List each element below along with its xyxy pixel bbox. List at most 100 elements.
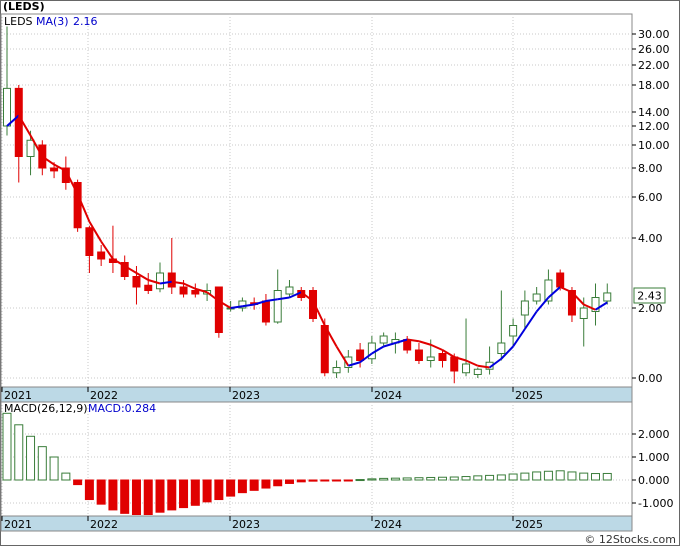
candle-body bbox=[261, 300, 270, 323]
year-label: 2024 bbox=[374, 389, 402, 402]
macd-bar bbox=[190, 479, 200, 506]
macd-bar bbox=[26, 435, 36, 481]
candle-body bbox=[509, 325, 518, 337]
macd-bar bbox=[296, 479, 306, 483]
candle-body bbox=[285, 286, 294, 295]
candle-body bbox=[179, 286, 188, 295]
macd-bar bbox=[543, 470, 553, 481]
candle-body bbox=[520, 300, 529, 316]
price-tick-label: 10.00 bbox=[638, 139, 670, 152]
candle-body bbox=[50, 167, 59, 172]
candle-body bbox=[579, 307, 588, 319]
candle-body bbox=[438, 353, 447, 361]
macd-bar bbox=[355, 479, 365, 482]
year-label: 2023 bbox=[232, 389, 260, 402]
candle-body bbox=[214, 286, 223, 333]
candle-body bbox=[320, 325, 329, 374]
price-tick-label: 12.00 bbox=[638, 120, 670, 133]
candle-body bbox=[556, 272, 565, 288]
candle-body bbox=[473, 368, 482, 375]
stock-chart-root: 0.00 2.00 4.00 6.00 8.00 10.00 12.00 14.00 18.00… bbox=[0, 0, 680, 546]
macd-tick-label: 2.000 bbox=[638, 428, 670, 441]
macd-bar bbox=[461, 476, 471, 481]
macd-tick-label: 1.000 bbox=[638, 451, 670, 464]
last-price-value: 2.43 bbox=[637, 290, 662, 303]
macd-bar bbox=[414, 477, 424, 481]
macd-bar bbox=[579, 472, 589, 481]
macd-tick-label: -1.000 bbox=[638, 497, 673, 510]
macd-bar bbox=[520, 472, 530, 481]
ticker-label: LEDS bbox=[4, 15, 33, 28]
price-tick-label: 14.00 bbox=[638, 106, 670, 119]
macd-bar bbox=[343, 479, 353, 482]
candle-body bbox=[273, 290, 282, 323]
macd-bar bbox=[37, 446, 47, 481]
macd-year-label: 2021 bbox=[4, 518, 32, 531]
price-tick-label: 8.00 bbox=[638, 162, 663, 175]
price-tick-label: 6.00 bbox=[638, 191, 663, 204]
candle-body bbox=[191, 290, 200, 295]
year-label: 2025 bbox=[515, 389, 543, 402]
candle-body bbox=[450, 356, 459, 372]
candle-body bbox=[603, 292, 612, 302]
macd-bar bbox=[367, 478, 377, 481]
macd-bar bbox=[120, 479, 130, 514]
candle-body bbox=[462, 363, 471, 374]
candle bbox=[214, 286, 223, 338]
candle-body bbox=[26, 139, 35, 157]
macd-year-label: 2022 bbox=[90, 518, 118, 531]
price-tick-label: 0.00 bbox=[638, 372, 663, 385]
macd-bar bbox=[14, 424, 24, 481]
candle-body bbox=[426, 356, 435, 361]
macd-bar bbox=[237, 479, 247, 494]
macd-bar bbox=[226, 479, 236, 497]
macd-bar bbox=[402, 477, 412, 481]
macd-bar bbox=[449, 476, 459, 481]
candle-body bbox=[3, 87, 11, 127]
copyright-text: © 12Stocks.com bbox=[584, 533, 676, 546]
price-tick-label: 26.00 bbox=[638, 43, 670, 56]
candle-body bbox=[414, 349, 423, 361]
price-tick-label: 4.00 bbox=[638, 232, 663, 245]
macd-bar bbox=[108, 479, 118, 511]
macd-bar bbox=[602, 472, 612, 481]
year-label: 2022 bbox=[90, 389, 118, 402]
macd-bar bbox=[320, 479, 330, 482]
chart-title: (LEDS) bbox=[3, 0, 45, 13]
candle-body bbox=[497, 342, 506, 354]
ma-value: 2.16 bbox=[73, 15, 98, 28]
candle-body bbox=[167, 272, 176, 288]
macd-bar bbox=[143, 479, 153, 515]
macd-bar bbox=[273, 479, 283, 487]
macd-bar bbox=[131, 479, 141, 515]
macd-bar bbox=[332, 479, 342, 482]
candle-body bbox=[156, 272, 165, 290]
candle-body bbox=[532, 293, 541, 302]
macd-bar bbox=[284, 479, 294, 484]
macd-bar bbox=[390, 477, 400, 481]
macd-bar bbox=[496, 474, 506, 481]
chart-canvas: 0.00 2.00 4.00 6.00 8.00 10.00 12.0014.00 18.00… bbox=[0, 0, 680, 546]
macd-bar bbox=[2, 412, 12, 481]
macd-bar bbox=[555, 470, 565, 481]
candle-body bbox=[14, 87, 23, 157]
macd-bar bbox=[261, 479, 271, 489]
macd-bar bbox=[49, 456, 59, 481]
candle-body bbox=[97, 251, 106, 260]
macd-bar bbox=[473, 475, 483, 481]
macd-bar bbox=[308, 479, 318, 482]
macd-bar bbox=[179, 479, 189, 509]
candle-body bbox=[85, 227, 94, 256]
macd-bar bbox=[437, 476, 447, 481]
macd-bar bbox=[485, 474, 495, 481]
candle-body bbox=[379, 335, 388, 344]
macd-bar bbox=[84, 479, 94, 501]
macd-bar bbox=[567, 471, 577, 481]
macd-value-label: MACD:0.284 bbox=[88, 402, 156, 415]
macd-bar bbox=[508, 473, 518, 481]
price-tick-label: 30.00 bbox=[638, 28, 670, 41]
macd-bar bbox=[96, 479, 106, 505]
candle-body bbox=[144, 284, 153, 291]
macd-year-label: 2023 bbox=[232, 518, 260, 531]
macd-bar bbox=[379, 477, 389, 481]
